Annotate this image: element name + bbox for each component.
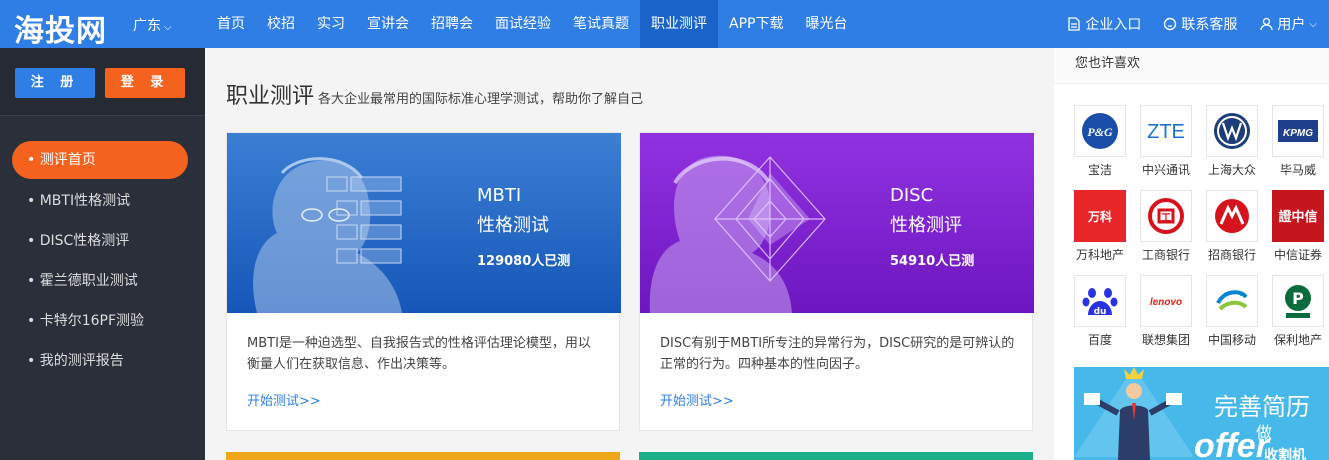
mbti-banner[interactable]: MBTI 性格测试 129080人已测 [227,133,621,313]
nav-campus[interactable]: 校招 [256,0,306,48]
poly-logo-icon: P [1272,275,1324,327]
site-logo[interactable]: 海投网 [14,6,107,50]
chevron-down-icon: ⌵ [164,22,172,33]
nav-home[interactable]: 首页 [206,0,256,48]
holland-card-top[interactable] [226,452,620,460]
ad-offer: offer [1194,427,1269,460]
kpmg-logo-icon: KPMG [1272,105,1324,157]
nav-seminar[interactable]: 宣讲会 [356,0,420,48]
recommend-title: 您也许喜欢 [1075,56,1141,71]
sidebar-item-holland[interactable]: • 霍兰德职业测试 [0,261,205,301]
icbc-logo-icon: 工 [1140,190,1192,242]
svg-text:du: du [1094,307,1107,317]
company-icbc[interactable]: 工 工商银行 [1140,190,1192,263]
baidu-paw-icon: du [1074,275,1126,327]
nav-jobfair[interactable]: 招聘会 [420,0,484,48]
login-button[interactable]: 登 录 [105,68,185,98]
disc-card: DISC 性格测评 54910人已测 DISC有别于MBTI所专注的异常行为，D… [639,132,1034,431]
svg-text:P&G: P&G [1087,125,1113,139]
nav-exposure[interactable]: 曝光台 [794,0,858,48]
nav-assessment[interactable]: 职业测评 [640,0,718,48]
city-selector[interactable]: 广东 ⌵ [133,15,172,35]
mbti-card: MBTI 性格测试 129080人已测 MBTI是一种迫选型、自我报告式的性格评… [226,132,621,431]
recommend-header: 您也许喜欢 [1054,48,1329,84]
lenovo-logo-icon: lenovo [1140,275,1192,327]
nav-app[interactable]: APP下载 [718,0,794,48]
chevron-down-icon: ⌵ [1309,18,1317,30]
sidebar-item-home[interactable]: • 测评首页 [12,141,188,179]
top-right-links: 企业入口 联系客服 用户 ⌵ [1054,0,1329,48]
mbti-title: MBTI 性格测试 [477,185,549,236]
company-baidu[interactable]: du 百度 [1074,275,1126,348]
sidebar-item-16pf[interactable]: • 卡特尔16PF测验 [0,301,205,341]
ad-headline: 完善简历 [1214,393,1310,421]
company-chinamobile[interactable]: 移动 中国移动 [1206,275,1258,348]
pg-logo-icon: P&G [1074,105,1126,157]
right-sidebar: 您也许喜欢 P&G 宝洁 ZTE 中兴通讯 上海大众 KPMG 毕马威 万科 万… [1054,48,1329,460]
zte-logo-icon: ZTE [1140,105,1192,157]
resume-ad-banner[interactable]: 完善简历 做 offer 收割机 [1074,367,1329,460]
sidebar-item-disc[interactable]: • DISC性格测评 [0,221,205,261]
nav-intern[interactable]: 实习 [306,0,356,48]
svg-text:P: P [1292,289,1304,308]
company-kpmg[interactable]: KPMG 毕马威 [1272,105,1324,178]
document-icon [1067,17,1081,31]
svg-text:万科: 万科 [1087,209,1112,224]
svg-text:ZTE: ZTE [1147,121,1185,143]
auth-area: 注 册 登 录 [0,48,205,116]
svg-text:證中信: 證中信 [1278,209,1317,225]
company-pg[interactable]: P&G 宝洁 [1074,105,1126,178]
company-vw[interactable]: 上海大众 [1206,105,1258,178]
user-menu[interactable]: 用户 ⌵ [1259,14,1317,34]
sidebar-item-mbti[interactable]: • MBTI性格测试 [0,181,205,221]
sidebar-item-reports[interactable]: • 我的测评报告 [0,341,205,381]
ad-harvester: 收割机 [1264,448,1306,460]
company-cmb[interactable]: M 招商银行 [1206,190,1258,263]
disc-title: DISC 性格测评 [890,185,962,236]
mbti-count: 129080人已测 [477,254,571,269]
vw-logo-icon [1206,105,1258,157]
page-title: 职业测评 各大企业最常用的国际标准心理学测试，帮助你了解自己 [226,84,644,109]
main-content: 职业测评 各大企业最常用的国际标准心理学测试，帮助你了解自己 MBTI 性格测试… [205,48,1054,460]
mbti-description: MBTI是一种迫选型、自我报告式的性格评估理论模型，用以衡量人们在获取信息、作出… [247,336,591,372]
svg-text:工: 工 [1161,213,1171,224]
company-vanke[interactable]: 万科 万科地产 [1074,190,1126,263]
nav-exam[interactable]: 笔试真题 [562,0,640,48]
company-citic[interactable]: 證中信 中信证券 [1272,190,1324,263]
mbti-portrait-illustration [253,157,402,313]
enterprise-link[interactable]: 企业入口 [1067,14,1141,34]
left-sidebar: 注 册 登 录 • 测评首页 • MBTI性格测试 • DISC性格测评 • 霍… [0,48,205,460]
nav-interview[interactable]: 面试经验 [484,0,562,48]
company-lenovo[interactable]: lenovo 联想集团 [1140,275,1192,348]
main-nav: 首页 校招 实习 宣讲会 招聘会 面试经验 笔试真题 职业测评 APP下载 曝光… [206,0,858,48]
cmb-logo-icon: M [1206,190,1258,242]
vanke-logo-icon: 万科 [1074,190,1126,242]
svg-text:M: M [1232,234,1233,236]
company-poly[interactable]: P 保利地产 [1272,275,1324,348]
user-icon [1259,17,1273,31]
top-navbar: 海投网 广东 ⌵ 首页 校招 实习 宣讲会 招聘会 面试经验 笔试真题 职业测评 … [0,0,1329,50]
svg-text:KPMG: KPMG [1283,128,1313,139]
city-label: 广东 [133,18,161,34]
mbti-start-link[interactable]: 开始测试>> [247,390,321,409]
citic-logo-icon: 證中信 [1272,190,1324,242]
16pf-card-top[interactable] [639,452,1033,460]
service-link[interactable]: 联系客服 [1163,14,1237,34]
headset-icon [1163,17,1177,31]
disc-count: 54910人已测 [890,254,975,269]
company-zte[interactable]: ZTE 中兴通讯 [1140,105,1192,178]
disc-start-link[interactable]: 开始测试>> [660,390,734,409]
chinamobile-logo-icon: 移动 [1206,275,1258,327]
svg-text:lenovo: lenovo [1150,297,1182,308]
disc-portrait-illustration [649,155,826,313]
svg-text:移动: 移动 [1232,318,1234,321]
disc-description: DISC有别于MBTI所专注的异常行为，DISC研究的是可辨认的正常的行为。四种… [660,336,1015,372]
disc-banner[interactable]: DISC 性格测评 54910人已测 [640,133,1034,313]
assessment-menu: • 测评首页 • MBTI性格测试 • DISC性格测评 • 霍兰德职业测试 •… [0,141,205,381]
register-button[interactable]: 注 册 [15,68,95,98]
page-subtitle: 各大企业最常用的国际标准心理学测试，帮助你了解自己 [318,92,644,107]
